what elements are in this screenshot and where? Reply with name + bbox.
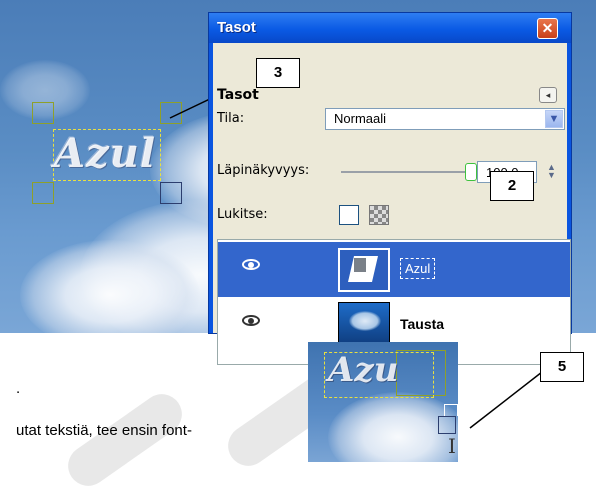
eye-icon[interactable] bbox=[242, 315, 260, 326]
opacity-slider-thumb[interactable] bbox=[465, 163, 477, 181]
cloud bbox=[349, 311, 381, 331]
callout-2: 2 bbox=[490, 171, 534, 201]
layer-name-azul[interactable]: Azul bbox=[400, 258, 436, 279]
text-cursor-icon: Ⅰ bbox=[448, 434, 456, 458]
callout-5: 5 bbox=[540, 352, 584, 382]
chevron-down-icon[interactable]: ▼ bbox=[545, 110, 563, 128]
layer-row-azul[interactable]: Azul bbox=[218, 242, 570, 297]
mode-value: Normaali bbox=[334, 111, 387, 126]
body-text: . bbox=[16, 380, 21, 397]
canvas-text: Azu bbox=[328, 350, 399, 390]
tab-heading: Tasot bbox=[217, 87, 259, 103]
spin-buttons[interactable]: ▲ ▼ bbox=[547, 163, 556, 180]
dialog-titlebar[interactable]: Tasot ✕ bbox=[209, 13, 571, 43]
layer-name-tausta[interactable]: Tausta bbox=[400, 316, 444, 332]
body-text: utat tekstiä, tee ensin font- bbox=[16, 422, 192, 439]
mode-select[interactable]: Normaali ▼ bbox=[325, 108, 565, 130]
eye-icon[interactable] bbox=[242, 259, 260, 270]
dialog-title: Tasot bbox=[217, 19, 256, 36]
opacity-label: Läpinäkyvyys: bbox=[217, 163, 310, 178]
lock-alpha-checkbox[interactable] bbox=[369, 205, 389, 225]
close-button[interactable]: ✕ bbox=[537, 18, 558, 39]
text-layer-icon bbox=[354, 258, 366, 272]
callout-3: 3 bbox=[256, 58, 300, 88]
lock-pixels-checkbox[interactable] bbox=[339, 205, 359, 225]
close-icon: ✕ bbox=[541, 20, 554, 36]
lock-label: Lukitse: bbox=[217, 207, 268, 222]
panel-menu-icon[interactable]: ◂ bbox=[539, 87, 557, 103]
resize-handle bbox=[438, 416, 456, 434]
layer-thumbnail-azul[interactable] bbox=[338, 248, 390, 292]
mode-label: Tila: bbox=[217, 111, 245, 126]
resize-handle bbox=[444, 404, 458, 416]
example-image: Azu Ⅰ bbox=[308, 342, 458, 462]
opacity-slider-track[interactable] bbox=[341, 171, 469, 173]
